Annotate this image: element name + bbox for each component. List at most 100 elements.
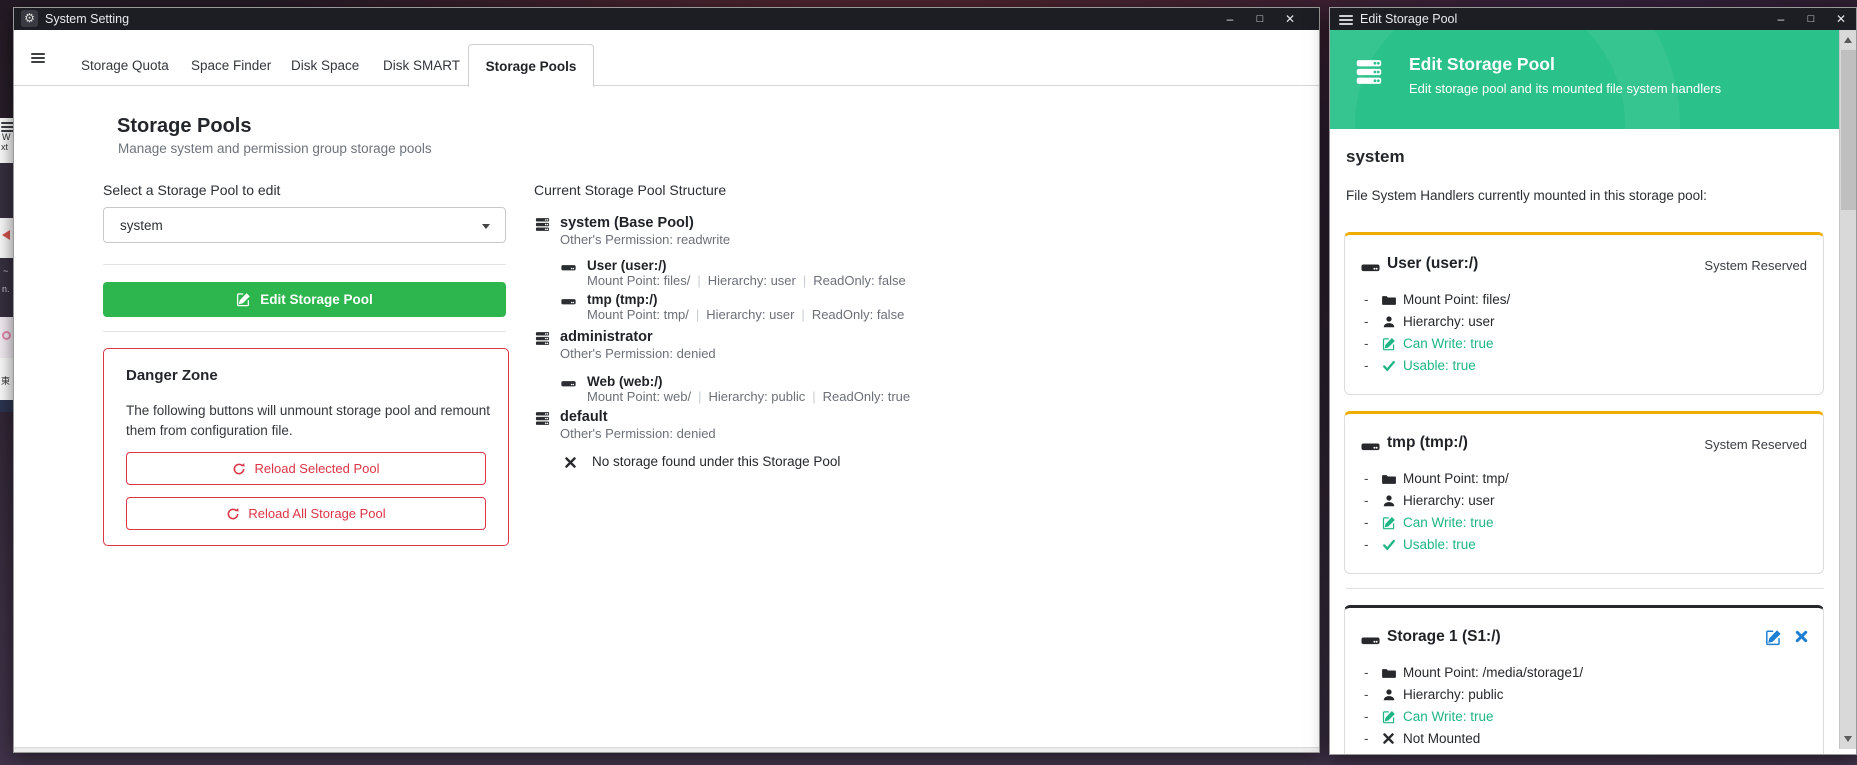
tab-space-finder[interactable]: Space Finder	[191, 58, 271, 73]
server-icon	[535, 331, 550, 346]
reload-selected-pool-label: Reload Selected Pool	[254, 461, 379, 476]
edit-storage-pool-window: Edit Storage Pool – □ ✕ Edit Storage Poo…	[1329, 7, 1857, 755]
pool-node-permission: Other's Permission: readwrite	[560, 232, 730, 247]
card-item-text: Hierarchy: user	[1403, 314, 1495, 329]
maximize-button[interactable]: □	[1245, 8, 1275, 30]
tab-storage-pools[interactable]: Storage Pools	[468, 44, 594, 87]
detail-readonly: ReadOnly: false	[812, 307, 905, 322]
edit-handler-icon[interactable]	[1765, 629, 1782, 646]
danger-zone-description: The following buttons will unmount stora…	[126, 401, 498, 441]
close-button[interactable]: ✕	[1826, 8, 1856, 30]
hdd-icon	[1360, 631, 1381, 650]
refresh-icon	[226, 507, 240, 521]
card-item-text: Can Write: true	[1403, 336, 1494, 351]
system-reserved-badge: System Reserved	[1704, 258, 1807, 273]
bullet: -	[1364, 471, 1369, 486]
chevron-down-icon	[482, 224, 490, 229]
edit-icon	[236, 292, 251, 307]
detail-hierarchy: Hierarchy: user	[706, 307, 794, 322]
pool-select-value: system	[120, 218, 163, 233]
sliver-segment	[0, 317, 13, 358]
reload-all-pools-label: Reload All Storage Pool	[248, 506, 385, 521]
edit-storage-pool-button[interactable]: Edit Storage Pool	[103, 282, 506, 317]
danger-zone-title: Danger Zone	[126, 367, 218, 384]
detail-mount: Mount Point: web/	[587, 389, 691, 404]
divider	[103, 264, 506, 265]
scrollbar[interactable]	[1839, 30, 1856, 749]
page-title: Storage Pools	[117, 115, 251, 138]
folder-icon	[1382, 472, 1396, 486]
card-item-text: Not Mounted	[1403, 731, 1480, 746]
close-button[interactable]: ✕	[1275, 8, 1305, 30]
window-title: System Setting	[45, 12, 129, 26]
card-item-text: Usable: true	[1403, 358, 1476, 373]
scroll-down-icon[interactable]	[1844, 736, 1852, 742]
folder-icon	[1382, 666, 1396, 680]
card-item-text: Usable: true	[1403, 537, 1476, 552]
bullet: -	[1364, 292, 1369, 307]
danger-zone-card: Danger Zone The following buttons will u…	[103, 348, 509, 546]
bullet: -	[1364, 731, 1369, 746]
detail-hierarchy: Hierarchy: user	[708, 273, 796, 288]
refresh-icon	[232, 462, 246, 476]
card-title: tmp (tmp:/)	[1387, 434, 1468, 452]
bullet: -	[1364, 515, 1369, 530]
separator: |	[689, 307, 706, 322]
pool-node-title: default	[560, 409, 608, 425]
remove-handler-icon[interactable]	[1794, 629, 1809, 646]
handler-node-details: Mount Point: web/|Hierarchy: public|Read…	[587, 389, 910, 404]
main-titlebar[interactable]: ⚙ System Setting – □ ✕	[14, 8, 1319, 30]
hamburger-menu-icon[interactable]	[1339, 13, 1353, 27]
edit-titlebar[interactable]: Edit Storage Pool – □ ✕	[1330, 8, 1856, 30]
tab-disk-smart[interactable]: Disk SMART	[383, 58, 460, 73]
gear-icon: ⚙	[21, 10, 38, 27]
x-icon	[564, 456, 577, 469]
banner-title: Edit Storage Pool	[1409, 54, 1555, 75]
edit-icon	[1382, 337, 1396, 351]
pink-circle-icon	[2, 331, 11, 340]
minimize-button[interactable]: –	[1766, 8, 1796, 30]
sliver-segment	[0, 218, 13, 258]
minimize-button[interactable]: –	[1215, 8, 1245, 30]
server-icon	[1354, 58, 1384, 86]
tab-storage-quota[interactable]: Storage Quota	[81, 58, 169, 73]
reload-selected-pool-button[interactable]: Reload Selected Pool	[126, 452, 486, 485]
detail-readonly: ReadOnly: false	[813, 273, 906, 288]
bullet: -	[1364, 709, 1369, 724]
detail-hierarchy: Hierarchy: public	[708, 389, 805, 404]
page-subtitle: Manage system and permission group stora…	[118, 141, 432, 156]
card-item-text: Mount Point: /media/storage1/	[1403, 665, 1583, 680]
edit-icon	[1382, 710, 1396, 724]
pool-select[interactable]: system	[103, 207, 506, 243]
separator: |	[691, 389, 708, 404]
hdd-icon	[561, 260, 576, 275]
sliver-segment	[0, 400, 13, 412]
reload-all-pools-button[interactable]: Reload All Storage Pool	[126, 497, 486, 530]
window-title: Edit Storage Pool	[1360, 12, 1457, 26]
pool-select-label: Select a Storage Pool to edit	[103, 182, 280, 198]
pool-node-title: administrator	[560, 329, 653, 345]
scroll-up-icon[interactable]	[1844, 37, 1852, 43]
card-item-text: Hierarchy: public	[1403, 687, 1504, 702]
sliver-segment	[0, 118, 13, 132]
hdd-icon	[1360, 437, 1381, 456]
maximize-button[interactable]: □	[1796, 8, 1826, 30]
system-reserved-badge: System Reserved	[1704, 437, 1807, 452]
edited-pool-name: system	[1346, 147, 1405, 167]
card-item-text: Can Write: true	[1403, 515, 1494, 530]
hdd-icon	[1360, 258, 1381, 277]
sliver-text: ~	[0, 258, 13, 276]
detail-readonly: ReadOnly: true	[823, 389, 910, 404]
sliver-segment: 東	[0, 358, 13, 400]
scrollbar-thumb[interactable]	[1841, 50, 1856, 210]
handler-node-title: Web (web:/)	[587, 374, 663, 389]
card-item-text: Hierarchy: user	[1403, 493, 1495, 508]
handler-node-details: Mount Point: tmp/|Hierarchy: user|ReadOn…	[587, 307, 904, 322]
pool-node-title: system (Base Pool)	[560, 215, 694, 231]
tab-disk-space[interactable]: Disk Space	[291, 58, 359, 73]
hamburger-menu-icon[interactable]	[31, 51, 45, 65]
handler-node-title: tmp (tmp:/)	[587, 292, 657, 307]
system-setting-window: ⚙ System Setting – □ ✕ Storage Quota Spa…	[13, 7, 1320, 753]
handler-node-title: User (user:/)	[587, 258, 667, 273]
check-icon	[1382, 359, 1396, 373]
